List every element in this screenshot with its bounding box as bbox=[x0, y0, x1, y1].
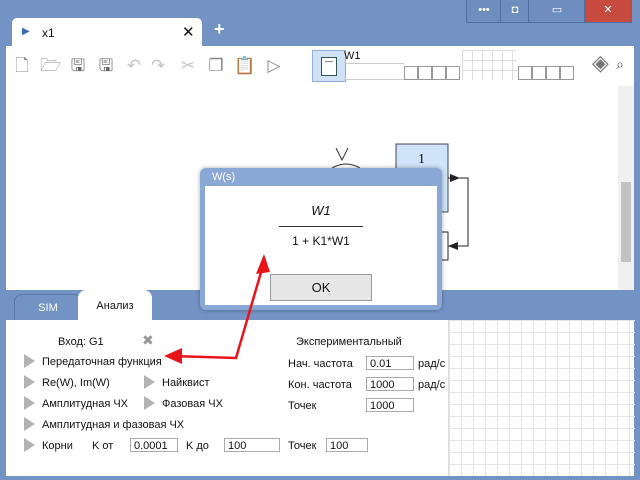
arrow-head-up bbox=[256, 254, 270, 274]
arrow-path bbox=[171, 261, 266, 360]
annotation-arrow bbox=[164, 254, 270, 364]
arrow-head-left bbox=[164, 348, 182, 364]
